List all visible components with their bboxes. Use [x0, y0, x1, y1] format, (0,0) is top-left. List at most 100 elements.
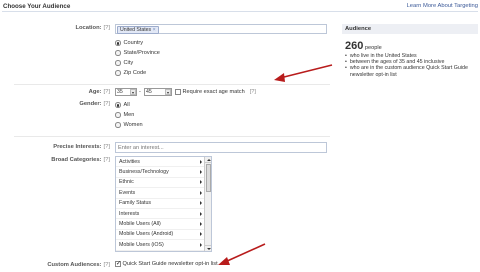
radio-country[interactable]: Country: [115, 38, 160, 48]
radio-zip[interactable]: Zip Code: [115, 68, 160, 78]
age-label-text: Age:: [88, 89, 102, 95]
radio-button[interactable]: [115, 70, 121, 76]
radio-button[interactable]: [115, 112, 121, 118]
remove-token-icon[interactable]: ×: [153, 27, 156, 33]
chevron-right-icon: [200, 222, 202, 227]
audience-unit: people: [364, 45, 382, 51]
category-label: Interests: [119, 210, 140, 217]
location-label-text: Location:: [75, 25, 102, 31]
categories-label-text: Broad Categories:: [51, 157, 102, 163]
category-label: Mobile Users (All): [119, 221, 161, 228]
category-label: Events: [119, 189, 136, 196]
radio-button[interactable]: [115, 50, 121, 56]
exact-age-help[interactable]: [?]: [250, 89, 256, 95]
scroll-up-icon[interactable]: [205, 157, 211, 163]
interests-input[interactable]: [115, 142, 327, 153]
custom-audiences-help[interactable]: [?]: [104, 262, 110, 268]
category-label: Mobile Users (Android): [119, 231, 174, 238]
location-token-text: United States: [120, 27, 152, 33]
category-item[interactable]: Mobile Users (iOS): [116, 240, 205, 251]
radio-button[interactable]: [115, 40, 121, 46]
annotation-arrow-icon: [274, 64, 333, 82]
radio-label: Country: [123, 40, 144, 46]
location-token[interactable]: United States ×: [117, 26, 159, 34]
custom-audience-option[interactable]: Quick Start Guide newsletter opt-in list: [115, 260, 218, 267]
chevron-right-icon: [200, 180, 202, 185]
audience-panel: Audience 260 people • who live in the Uni…: [342, 24, 478, 78]
radio-label: Zip Code: [123, 70, 147, 76]
category-label: Ethnic: [119, 179, 134, 186]
age-label: Age: [?]: [30, 89, 110, 95]
radio-label: State/Province: [123, 50, 160, 56]
chevron-right-icon: [200, 201, 202, 206]
exact-age-checkbox[interactable]: [175, 89, 181, 95]
interests-label: Precise Interests: [?]: [30, 144, 110, 150]
learn-more-link[interactable]: Learn More About Targeting: [407, 3, 478, 9]
category-item[interactable]: Family Status: [116, 199, 205, 209]
radio-label: Women: [123, 122, 143, 128]
radio-button[interactable]: [115, 102, 121, 108]
annotation-arrow-icon: [218, 243, 266, 265]
radio-label: Men: [123, 112, 135, 118]
location-label: Location: [?]: [30, 25, 110, 31]
audience-heading: Audience: [342, 24, 478, 34]
gender-label-text: Gender:: [79, 101, 102, 107]
category-label: Mobile Users (iOS): [119, 241, 164, 248]
scroll-down-icon[interactable]: [205, 245, 211, 251]
audience-criteria: • who live in the United States • between …: [342, 53, 478, 78]
category-item[interactable]: Interests: [116, 209, 205, 220]
interests-label-text: Precise Interests:: [53, 144, 102, 150]
chevron-right-icon: [200, 232, 202, 237]
header-divider: [2, 11, 478, 12]
category-label: Business/Technology: [119, 169, 169, 176]
age-max-value: 45: [146, 89, 152, 95]
age-min-select[interactable]: 35: [115, 88, 137, 96]
radio-state[interactable]: State/Province: [115, 48, 160, 58]
scroll-thumb[interactable]: [205, 164, 211, 192]
age-max-select[interactable]: 45: [144, 88, 172, 96]
radio-label: All: [123, 102, 130, 108]
custom-audience-checkbox[interactable]: [115, 260, 121, 267]
categories-list[interactable]: Activities Business/Technology Ethnic Ev…: [115, 156, 212, 252]
chevron-right-icon: [200, 211, 202, 216]
section-divider: [14, 136, 330, 137]
radio-city[interactable]: City: [115, 58, 160, 68]
audience-count: 260: [345, 40, 364, 52]
chevron-right-icon: [200, 170, 202, 175]
custom-audiences-label: Custom Audiences: [?]: [20, 262, 110, 268]
chevron-right-icon: [200, 242, 202, 247]
category-item[interactable]: Mobile Users (Android): [116, 230, 205, 241]
age-range-dash: -: [139, 89, 141, 95]
category-item[interactable]: Activities: [116, 157, 205, 168]
section-divider: [14, 84, 330, 85]
age-help[interactable]: [?]: [104, 89, 110, 95]
radio-button[interactable]: [115, 122, 121, 128]
category-item[interactable]: Mobile Users (All): [116, 219, 205, 230]
radio-gender-all[interactable]: All: [115, 100, 143, 110]
chevron-right-icon: [200, 190, 202, 195]
chevron-right-icon: [200, 159, 202, 164]
categories-help[interactable]: [?]: [104, 157, 110, 163]
category-item[interactable]: Events: [116, 188, 205, 199]
location-help[interactable]: [?]: [104, 25, 110, 31]
category-label: Activities: [119, 158, 140, 165]
category-item[interactable]: Business/Technology: [116, 167, 205, 178]
gender-group: All Men Women: [115, 100, 143, 130]
age-min-value: 35: [117, 89, 123, 95]
page-title: Choose Your Audience: [3, 3, 71, 10]
exact-age-option[interactable]: Require exact age match [?]: [175, 89, 256, 95]
interests-help[interactable]: [?]: [104, 144, 110, 150]
gender-label: Gender: [?]: [30, 101, 110, 107]
custom-audiences-label-text: Custom Audiences:: [47, 262, 102, 268]
audience-size: 260 people: [342, 34, 478, 53]
location-type-group: Country State/Province City Zip Code: [115, 38, 160, 78]
categories-scrollbar[interactable]: [204, 157, 211, 251]
custom-audience-option-label: Quick Start Guide newsletter opt-in list: [122, 261, 218, 267]
category-item[interactable]: Ethnic: [116, 178, 205, 189]
location-input[interactable]: United States ×: [115, 24, 327, 34]
gender-help[interactable]: [?]: [104, 101, 110, 107]
radio-gender-men[interactable]: Men: [115, 110, 143, 120]
radio-gender-women[interactable]: Women: [115, 120, 143, 130]
radio-label: City: [123, 60, 134, 66]
radio-button[interactable]: [115, 60, 121, 66]
